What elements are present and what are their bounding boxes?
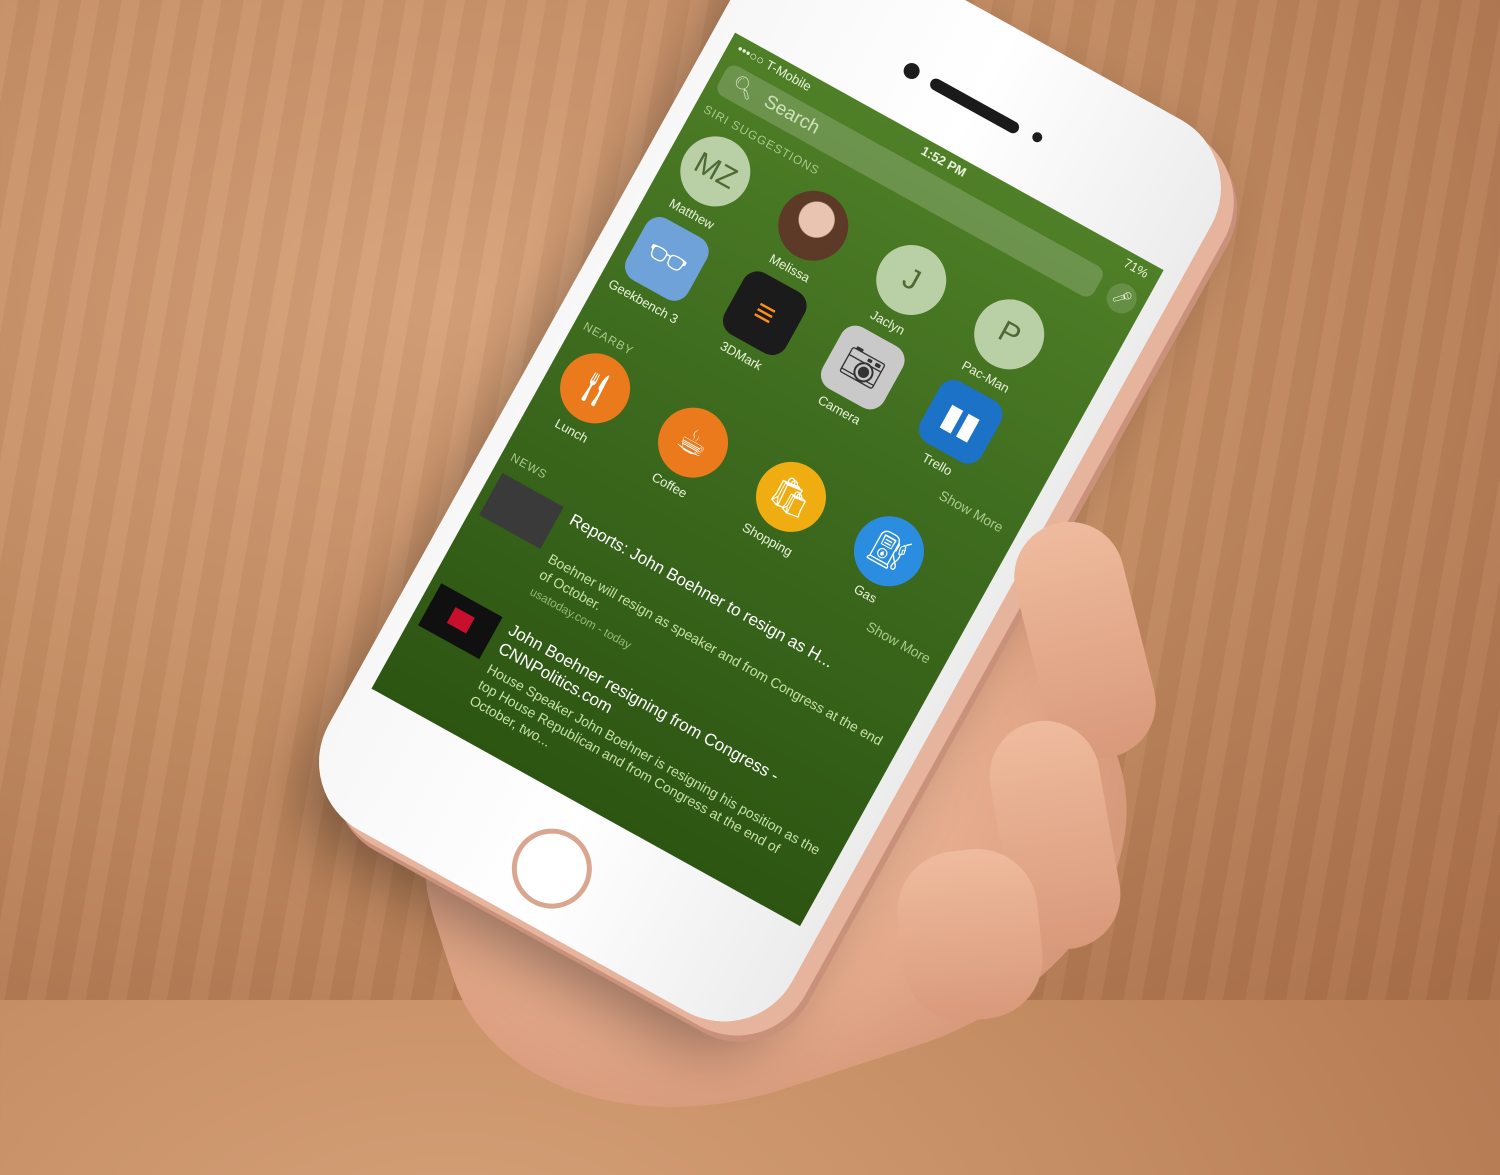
- front-camera-icon: [900, 60, 923, 82]
- siri-show-more-link[interactable]: Show More: [936, 487, 1006, 535]
- microphone-icon[interactable]: 🎤︎: [1101, 277, 1143, 319]
- news-thumbnail: [479, 473, 564, 549]
- search-icon: 🔍︎: [727, 73, 759, 104]
- proximity-sensor: [1030, 130, 1045, 145]
- nearby-show-more-link[interactable]: Show More: [864, 618, 934, 666]
- earpiece-speaker: [927, 76, 1022, 136]
- home-button[interactable]: [497, 814, 607, 923]
